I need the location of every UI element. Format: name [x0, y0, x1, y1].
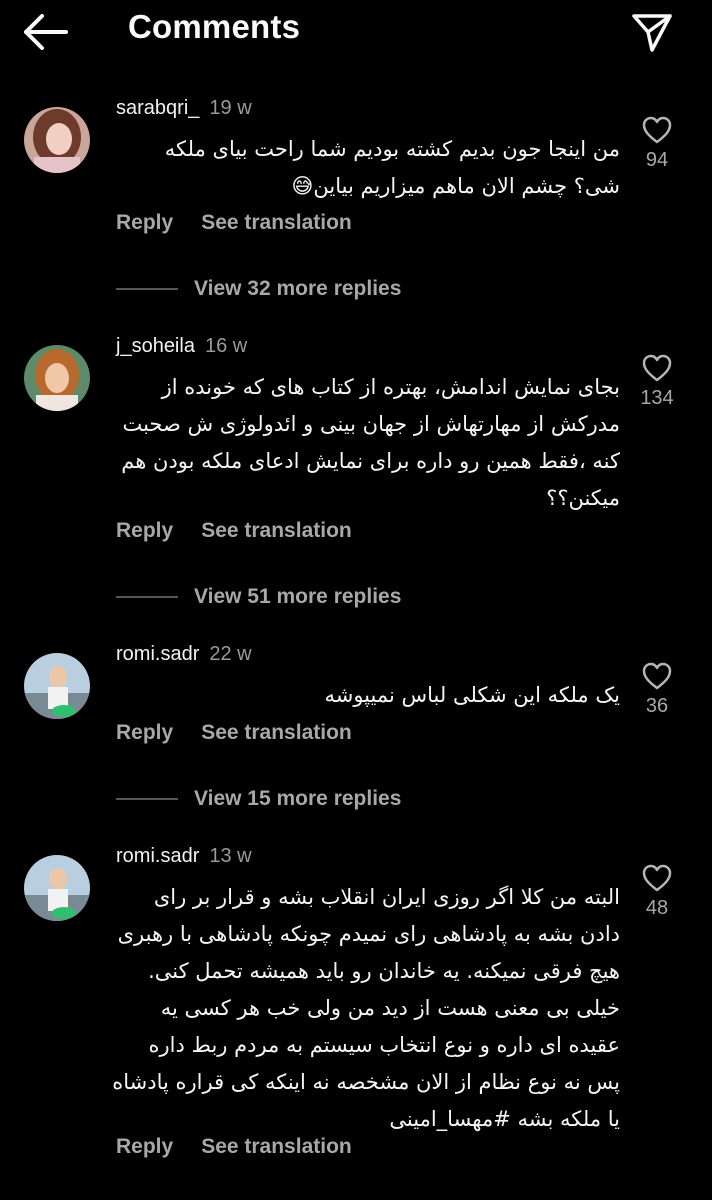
- like-count: 48: [645, 897, 669, 919]
- comment-text: بجای نمایش اندامش، بهتره از کتاب های که …: [121, 375, 620, 510]
- comment-username[interactable]: romi.sadr: [116, 643, 199, 665]
- view-more-replies-label: View 32 more replies: [194, 277, 402, 300]
- like-button[interactable]: 36: [630, 661, 684, 718]
- divider-line: [116, 596, 178, 598]
- like-button[interactable]: 134: [630, 353, 684, 410]
- view-more-replies-label: View 15 more replies: [194, 787, 402, 810]
- back-arrow-icon: [24, 14, 68, 50]
- comment-time: 16 w: [204, 335, 248, 357]
- comment-text: من اینجا جون بدیم کشته بودیم شما راحت بی…: [164, 137, 620, 198]
- like-button[interactable]: 94: [630, 115, 684, 172]
- reply-button[interactable]: Reply: [116, 1135, 173, 1158]
- divider-line: [116, 288, 178, 290]
- avatar[interactable]: [24, 107, 90, 173]
- comment-username[interactable]: j_soheila: [116, 335, 195, 357]
- like-count: 134: [640, 387, 674, 409]
- share-button[interactable]: [628, 8, 676, 56]
- heart-icon: [642, 662, 672, 690]
- back-button[interactable]: [22, 10, 70, 54]
- reply-button[interactable]: Reply: [116, 211, 173, 234]
- reply-button[interactable]: Reply: [116, 519, 173, 542]
- view-more-replies[interactable]: View 51 more replies: [116, 582, 401, 612]
- see-translation-button[interactable]: See translation: [201, 1135, 352, 1158]
- like-button[interactable]: 48: [630, 863, 684, 920]
- see-translation-button[interactable]: See translation: [201, 721, 352, 744]
- view-more-replies[interactable]: View 15 more replies: [116, 784, 401, 814]
- see-translation-button[interactable]: See translation: [201, 519, 352, 542]
- reply-button[interactable]: Reply: [116, 721, 173, 744]
- view-more-replies-label: View 51 more replies: [194, 585, 402, 608]
- comment-time: 13 w: [209, 845, 252, 867]
- heart-icon: [642, 116, 672, 144]
- comment-text: البته من کلا اگر روزی ایران انقلاب بشه و…: [112, 885, 620, 1131]
- comment-text: یک ملکه این شکلی لباس نمیپوشه: [324, 683, 620, 707]
- see-translation-button[interactable]: See translation: [201, 211, 352, 234]
- header: Comments: [0, 0, 712, 64]
- like-count: 94: [645, 149, 669, 171]
- comment-username[interactable]: romi.sadr: [116, 845, 199, 867]
- comment-time: 19 w: [209, 97, 252, 119]
- heart-icon: [642, 864, 672, 892]
- divider-line: [116, 798, 178, 800]
- page-title: Comments: [128, 8, 301, 45]
- heart-icon: [642, 354, 672, 382]
- comment-time: 22 w: [209, 643, 252, 665]
- like-count: 36: [645, 695, 669, 717]
- view-more-replies[interactable]: View 32 more replies: [116, 274, 401, 304]
- paper-plane-icon: [632, 14, 672, 52]
- avatar[interactable]: [24, 345, 90, 411]
- avatar[interactable]: [24, 855, 90, 921]
- comment-username[interactable]: sarabqri_: [116, 97, 199, 119]
- avatar[interactable]: [24, 653, 90, 719]
